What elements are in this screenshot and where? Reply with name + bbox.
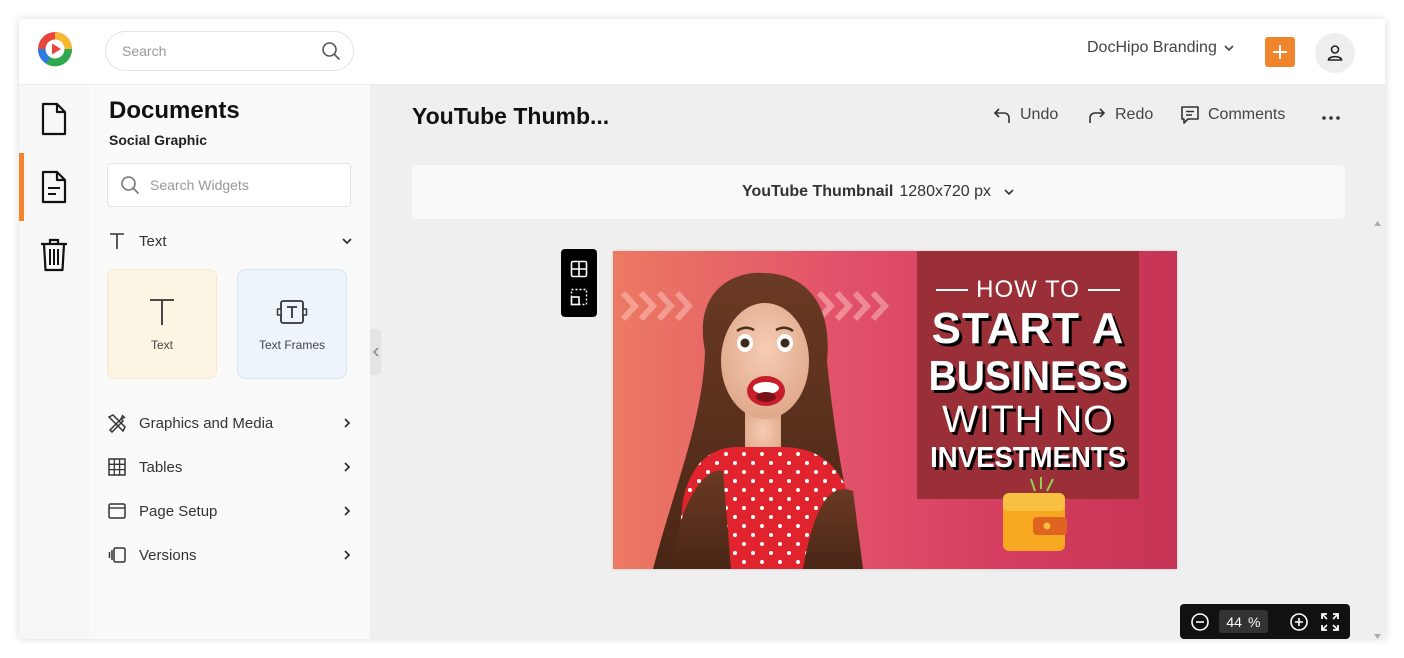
file-icon bbox=[41, 102, 67, 136]
redo-label: Redo bbox=[1115, 106, 1154, 123]
editor-area: YouTube Thumb... Undo Redo Comments YouT… bbox=[370, 85, 1385, 639]
select-area-icon[interactable] bbox=[570, 288, 588, 306]
redo-button[interactable]: Redo bbox=[1087, 105, 1153, 125]
section-page-setup[interactable]: Page Setup bbox=[107, 499, 355, 523]
tile-text[interactable]: Text bbox=[107, 269, 217, 379]
grid-icon[interactable] bbox=[570, 260, 588, 278]
search-icon bbox=[121, 176, 140, 195]
icon-rail bbox=[19, 85, 89, 639]
chevron-right-icon bbox=[344, 462, 351, 472]
global-search bbox=[105, 31, 354, 71]
undo-icon bbox=[993, 108, 1010, 123]
redo-icon bbox=[1089, 108, 1106, 123]
page-setup-icon bbox=[107, 501, 127, 521]
zoom-out-button[interactable] bbox=[1188, 610, 1211, 634]
zoom-value-number: 44 bbox=[1226, 613, 1242, 630]
chevron-down-icon bbox=[342, 238, 352, 245]
text-type-icon bbox=[146, 296, 178, 328]
canvas-mini-toolbar bbox=[561, 249, 597, 317]
graphics-tools-icon bbox=[107, 413, 127, 433]
user-icon bbox=[1327, 45, 1343, 61]
zoom-value-unit: % bbox=[1247, 613, 1261, 630]
app-logo-icon[interactable] bbox=[36, 30, 74, 68]
panel-subtitle: Social Graphic bbox=[109, 132, 208, 148]
undo-label: Undo bbox=[1020, 106, 1059, 123]
panel-collapse-handle[interactable] bbox=[370, 329, 381, 375]
section-tables-label: Tables bbox=[139, 458, 183, 476]
tile-text-frames[interactable]: Text Frames bbox=[237, 269, 347, 379]
section-text-label: Text bbox=[139, 232, 167, 250]
section-graphics-label: Graphics and Media bbox=[139, 414, 274, 432]
thumbnail-title-panel[interactable]: HOW TO START A BUSINESS WITH NO INVESTME… bbox=[917, 251, 1139, 499]
undo-button[interactable]: Undo bbox=[992, 105, 1058, 125]
document-icon bbox=[41, 170, 67, 204]
section-graphics-and-media[interactable]: Graphics and Media bbox=[107, 411, 355, 435]
section-tables[interactable]: Tables bbox=[107, 455, 355, 479]
thumb-line-start-a: START A bbox=[931, 304, 1125, 353]
tile-text-label: Text bbox=[150, 338, 173, 352]
more-options-button[interactable] bbox=[1320, 107, 1342, 129]
chevron-left-icon bbox=[372, 347, 379, 357]
document-title[interactable]: YouTube Thumb... bbox=[412, 103, 609, 130]
chevron-right-icon bbox=[344, 550, 351, 560]
tile-text-frames-label: Text Frames bbox=[258, 338, 325, 352]
chevron-right-icon bbox=[344, 418, 351, 428]
section-versions[interactable]: Versions bbox=[107, 543, 355, 567]
text-type-icon bbox=[107, 231, 127, 251]
trash-icon bbox=[41, 238, 67, 272]
chevron-down-icon bbox=[1224, 45, 1234, 52]
thumb-line-business: BUSINESS bbox=[928, 352, 1128, 399]
section-page-setup-label: Page Setup bbox=[139, 502, 218, 520]
versions-icon bbox=[107, 545, 127, 565]
zoom-in-icon bbox=[1290, 612, 1308, 631]
page-size-selector[interactable]: YouTube Thumbnail 1280x720 px bbox=[412, 165, 1345, 219]
comments-button[interactable]: Comments bbox=[1180, 105, 1285, 125]
thumb-line-with-no: WITH NO bbox=[942, 399, 1114, 441]
table-icon bbox=[107, 457, 127, 477]
brand-selector[interactable]: DocHipo Branding bbox=[1087, 39, 1235, 57]
brand-selector-label: DocHipo Branding bbox=[1087, 39, 1217, 56]
rail-trash[interactable] bbox=[19, 221, 89, 289]
search-icon[interactable] bbox=[321, 41, 341, 61]
add-button[interactable] bbox=[1265, 37, 1295, 67]
chevron-arrows-right bbox=[816, 290, 890, 322]
comments-label: Comments bbox=[1208, 106, 1286, 123]
zoom-out-icon bbox=[1190, 612, 1209, 631]
section-versions-label: Versions bbox=[139, 546, 197, 564]
more-horizontal-icon bbox=[1322, 116, 1340, 120]
chevron-right-icon bbox=[344, 506, 351, 516]
section-text[interactable]: Text bbox=[107, 229, 355, 253]
text-frame-icon bbox=[276, 296, 308, 328]
vertical-scrollbar[interactable] bbox=[1370, 221, 1385, 639]
global-search-input[interactable] bbox=[122, 32, 312, 70]
woman-photo bbox=[653, 272, 863, 569]
thumb-line-investments: INVESTMENTS bbox=[930, 442, 1126, 474]
thumb-line-how-to: HOW TO bbox=[976, 276, 1080, 303]
plus-icon bbox=[1273, 45, 1287, 59]
fullscreen-button[interactable] bbox=[1319, 610, 1342, 634]
page-format-label: YouTube Thumbnail bbox=[741, 183, 894, 200]
design-canvas[interactable]: HOW TO START A BUSINESS WITH NO INVESTME… bbox=[613, 251, 1177, 569]
comment-icon bbox=[1181, 106, 1199, 124]
rail-documents[interactable] bbox=[19, 153, 89, 221]
widgets-panel: Documents Social Graphic Text Text bbox=[89, 85, 370, 639]
page-dimensions-label: 1280x720 px bbox=[899, 183, 992, 200]
user-menu-button[interactable] bbox=[1315, 33, 1355, 73]
chevron-arrows-left bbox=[620, 290, 694, 322]
app-window: DocHipo Branding bbox=[19, 19, 1385, 639]
zoom-control: 44 % bbox=[1180, 604, 1350, 639]
zoom-in-button[interactable] bbox=[1288, 610, 1311, 634]
chevron-down-icon bbox=[1004, 189, 1014, 196]
top-bar: DocHipo Branding bbox=[19, 19, 1385, 85]
zoom-value[interactable]: 44 % bbox=[1219, 610, 1268, 633]
panel-title: Documents bbox=[109, 97, 240, 124]
fullscreen-icon bbox=[1321, 612, 1340, 631]
rail-new-document[interactable] bbox=[19, 85, 89, 153]
widget-search bbox=[107, 163, 351, 207]
widget-search-input[interactable] bbox=[150, 164, 340, 206]
